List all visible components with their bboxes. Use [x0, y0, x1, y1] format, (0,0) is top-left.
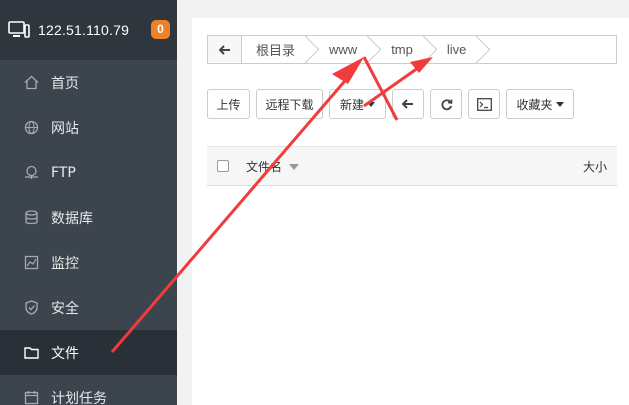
home-icon: [24, 75, 39, 90]
upload-button[interactable]: 上传: [207, 89, 250, 119]
sidebar-item-label: 安全: [51, 300, 79, 317]
sidebar-item-label: 网站: [51, 120, 79, 137]
chevron-down-icon: [367, 101, 375, 107]
arrow-left-icon: [218, 44, 230, 55]
arrow-left-icon: [402, 99, 413, 109]
crumb-www[interactable]: www: [311, 36, 373, 63]
sidebar-item-label: 文件: [51, 345, 79, 362]
refresh-icon: [441, 98, 452, 110]
sidebar-item-cron[interactable]: 计划任务: [0, 375, 177, 405]
refresh-button[interactable]: [430, 89, 462, 119]
column-header-size[interactable]: 大小: [583, 158, 607, 175]
notification-badge[interactable]: 0: [151, 20, 170, 39]
ftp-icon: [25, 165, 38, 179]
sidebar-item-label: FTP: [51, 164, 76, 181]
path-breadcrumb: 根目录 www tmp live: [207, 35, 617, 64]
sidebar-item-label: 首页: [51, 75, 79, 92]
terminal-icon: [476, 97, 492, 111]
sidebar-item-label: 监控: [51, 255, 79, 272]
globe-icon: [24, 120, 39, 135]
sidebar-item-monitor[interactable]: 监控: [0, 240, 177, 285]
sidebar-item-security[interactable]: 安全: [0, 285, 177, 330]
select-all-checkbox[interactable]: [217, 160, 229, 172]
new-button[interactable]: 新建: [329, 89, 386, 119]
calendar-icon: [24, 391, 39, 405]
sidebar-item-database[interactable]: 数据库: [0, 195, 177, 240]
sidebar-item-website[interactable]: 网站: [0, 105, 177, 150]
sidebar: 122.51.110.79 0 首页 网站 FTP 数据库 监控 安全 文件 计…: [0, 0, 177, 405]
sidebar-item-home[interactable]: 首页: [0, 60, 177, 105]
sidebar-item-ftp[interactable]: FTP: [0, 150, 177, 195]
sort-caret-icon: [288, 164, 299, 170]
database-icon: [25, 210, 38, 225]
column-header-name[interactable]: 文件名: [246, 158, 299, 175]
sidebar-item-label: 计划任务: [51, 390, 107, 405]
favorites-button[interactable]: 收藏夹: [506, 89, 574, 119]
path-back-button[interactable]: [208, 36, 242, 63]
remote-download-button[interactable]: 远程下载: [256, 89, 323, 119]
file-toolbar: 上传 远程下载 新建 收藏夹: [207, 89, 580, 119]
crumb-tmp[interactable]: tmp: [373, 36, 429, 63]
sidebar-item-label: 数据库: [51, 210, 93, 227]
monitor-chart-icon: [24, 255, 39, 270]
chevron-down-icon: [555, 101, 564, 107]
crumb-live[interactable]: live: [429, 36, 483, 63]
shield-icon: [25, 300, 38, 315]
favorites-label: 收藏夹: [516, 97, 553, 112]
file-manager-panel: 根目录 www tmp live 上传 远程下载 新建 收藏夹 文件名 大小: [192, 18, 629, 405]
file-table-header: 文件名 大小: [207, 146, 617, 186]
monitor-icon: [8, 21, 30, 38]
server-ip: 122.51.110.79: [38, 22, 130, 38]
sidebar-item-files[interactable]: 文件: [0, 330, 177, 375]
new-button-label: 新建: [339, 97, 364, 112]
back-button[interactable]: [392, 89, 424, 119]
folder-icon: [24, 347, 39, 359]
crumb-root[interactable]: 根目录: [242, 36, 311, 63]
terminal-button[interactable]: [468, 89, 500, 119]
column-name-label: 文件名: [246, 159, 283, 174]
